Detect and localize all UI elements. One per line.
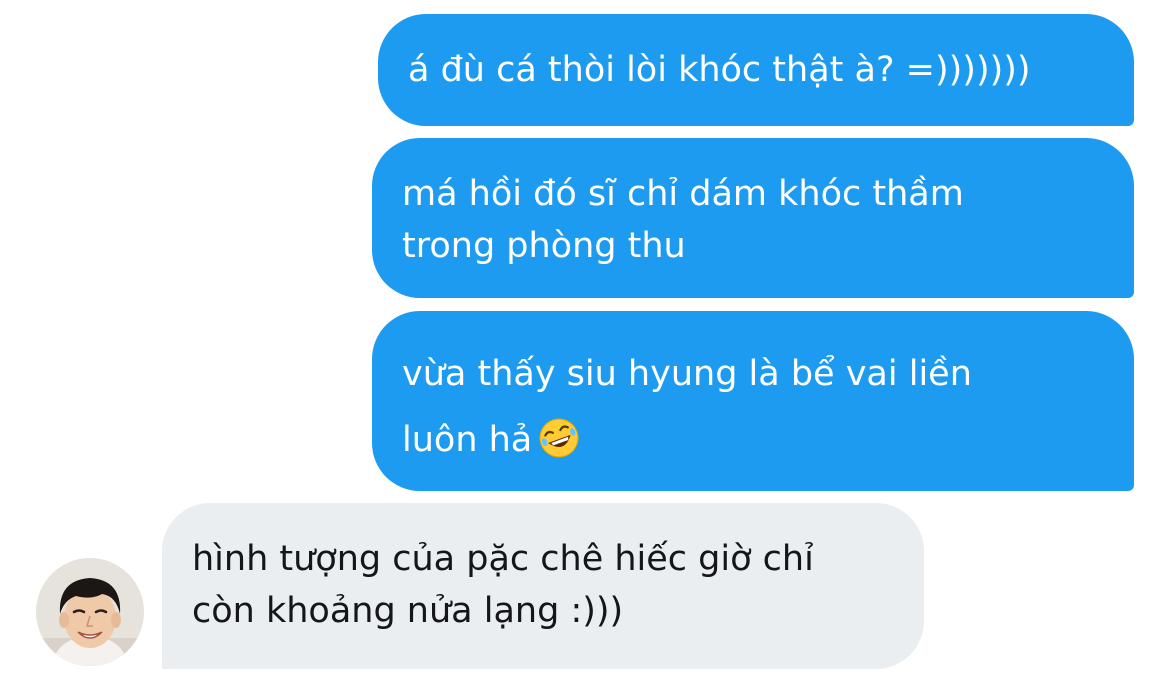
message-text: á đù cá thòi lòi khóc thật à? =))))))) bbox=[408, 50, 1031, 90]
received-message-bubble[interactable]: hình tượng của pặc chê hiếc giờ chỉ còn … bbox=[162, 503, 924, 669]
message-text: hình tượng của pặc chê hiếc giờ chỉ còn … bbox=[192, 539, 814, 631]
sent-message-bubble[interactable]: má hồi đó sĩ chỉ dám khóc thầm trong phò… bbox=[372, 138, 1134, 298]
dm-conversation: á đù cá thòi lòi khóc thật à? =))))))) m… bbox=[0, 0, 1170, 676]
sent-message-bubble[interactable]: á đù cá thòi lòi khóc thật à? =))))))) bbox=[378, 14, 1134, 126]
contact-avatar[interactable] bbox=[36, 558, 144, 666]
sent-message-bubble[interactable]: vừa thấy siu hyung là bể vai liền luôn h… bbox=[372, 311, 1134, 491]
message-text: má hồi đó sĩ chỉ dám khóc thầm trong phò… bbox=[402, 174, 964, 266]
message-text: vừa thấy siu hyung là bể vai liền luôn h… bbox=[402, 354, 972, 460]
rolling-on-the-floor-laughing-icon bbox=[538, 415, 580, 458]
